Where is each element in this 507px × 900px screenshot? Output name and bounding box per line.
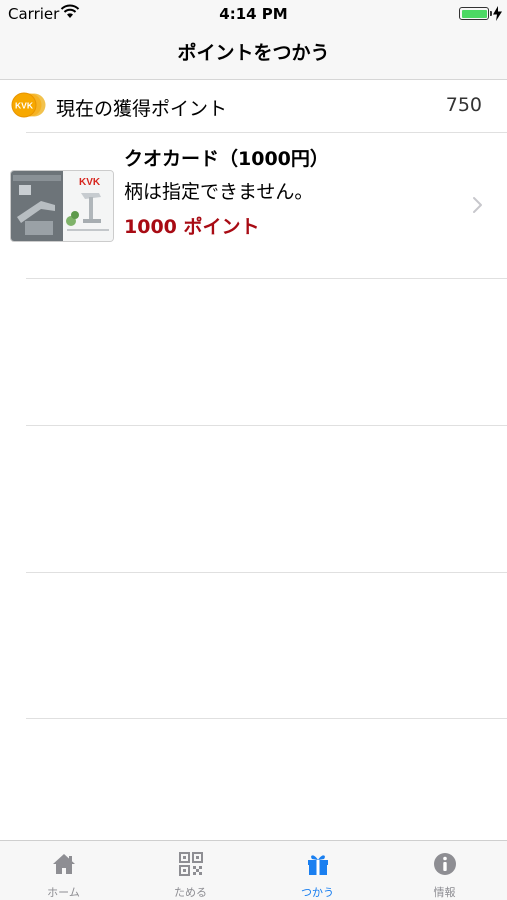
row-divider <box>26 425 507 426</box>
tab-bar: ホーム ためる つかう 情報 <box>0 840 507 900</box>
tab-label: つかう <box>301 886 334 899</box>
battery-tip <box>490 11 492 16</box>
charging-icon <box>493 6 502 21</box>
info-icon <box>433 853 456 875</box>
page-title: ポイントをつかう <box>177 42 330 64</box>
points-label: 現在の獲得ポイント <box>56 98 228 120</box>
kvk-coin-icon: KVK <box>11 92 46 118</box>
tab-label: ホーム <box>47 886 80 899</box>
row-divider <box>26 572 507 573</box>
reward-list-item[interactable]: KVK クオカード（1000円） 柄は指定できません。 1000 ポイント <box>0 132 507 278</box>
tab-home[interactable]: ホーム <box>0 841 127 900</box>
status-time: 4:14 PM <box>219 5 288 23</box>
tab-earn[interactable]: ためる <box>127 841 254 900</box>
chevron-right-icon <box>473 197 482 213</box>
thumb-brand: KVK <box>79 177 101 188</box>
points-value: 750 <box>445 94 482 116</box>
tab-label: 情報 <box>433 886 456 899</box>
reward-description: 柄は指定できません。 <box>124 181 314 203</box>
tab-use[interactable]: つかう <box>254 841 381 900</box>
status-bar: Carrier 4:14 PM <box>0 0 507 28</box>
qr-code-icon <box>178 852 203 876</box>
row-divider <box>26 278 507 279</box>
current-points-row: KVK 現在の獲得ポイント 750 <box>0 80 507 132</box>
top-bar: Carrier 4:14 PM ポイントをつかう <box>0 0 507 80</box>
home-icon <box>52 854 75 874</box>
coin-text: KVK <box>15 101 34 111</box>
reward-cost: 1000 ポイント <box>124 216 260 238</box>
battery-icon <box>459 7 489 20</box>
reward-thumbnail: KVK <box>10 170 114 242</box>
tab-info[interactable]: 情報 <box>381 841 507 900</box>
row-divider <box>26 718 507 719</box>
gift-icon <box>307 855 328 875</box>
tab-label: ためる <box>174 886 207 899</box>
reward-title: クオカード（1000円） <box>124 148 329 170</box>
